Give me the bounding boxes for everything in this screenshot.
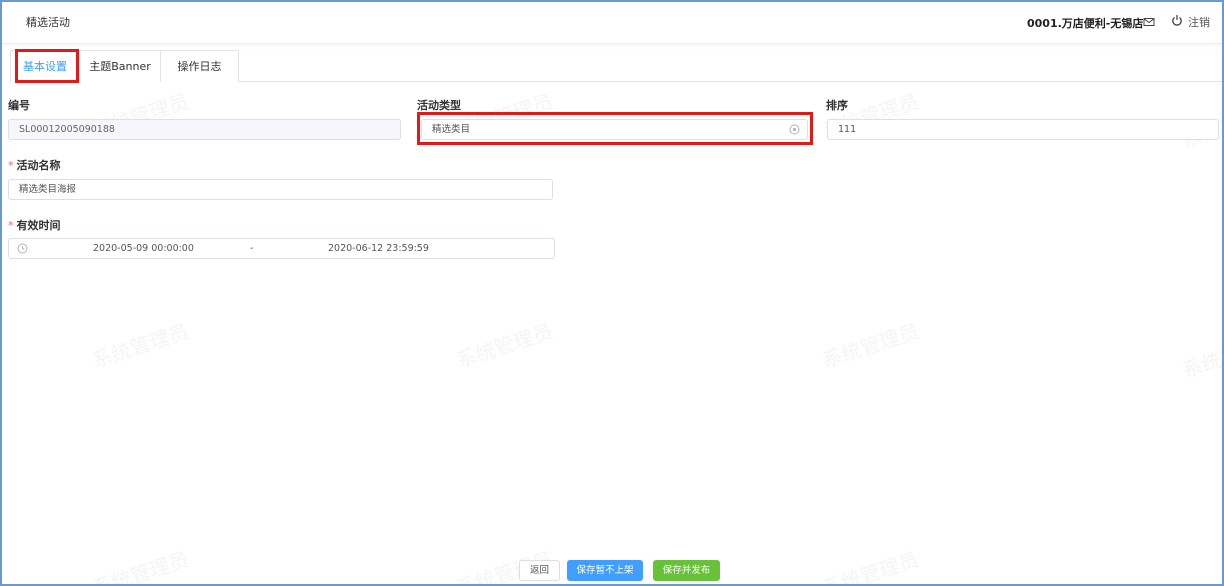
logout-link[interactable]: 注销 — [1188, 14, 1210, 30]
name-label-text: 活动名称 — [16, 159, 61, 172]
page-title: 精选活动 — [26, 16, 70, 29]
tab-theme-banner[interactable]: 主题Banner — [79, 50, 161, 82]
time-label: * 有效时间 — [8, 217, 61, 233]
sort-field[interactable]: 111 — [827, 119, 1219, 140]
code-label: 编号 — [8, 99, 30, 112]
date-end-input[interactable]: 2020-06-12 23:59:59 — [328, 239, 429, 258]
watermark: 系统管理员 — [88, 315, 192, 373]
required-mark: * — [8, 159, 14, 172]
name-field[interactable]: 精选类目海报 — [8, 179, 553, 200]
tab-bar: 基本设置 主题Banner 操作日志 — [10, 50, 1222, 83]
store-name[interactable]: 0001.万店便利-无锡店 — [1027, 15, 1143, 31]
type-label: 活动类型 — [417, 99, 461, 112]
name-label: * 活动名称 — [8, 157, 61, 173]
back-button[interactable]: 返回 — [519, 560, 560, 581]
watermark: 系统管理员 — [818, 315, 922, 373]
watermark: 系统管理员 — [1178, 325, 1222, 383]
watermark: 系统管理员 — [818, 543, 922, 584]
sort-label: 排序 — [826, 99, 848, 112]
save-draft-button[interactable]: 保存暂不上架 — [567, 560, 643, 581]
date-separator: - — [250, 243, 254, 254]
power-icon[interactable] — [1171, 14, 1183, 27]
highlight-box — [417, 112, 813, 145]
date-start-input[interactable]: 2020-05-09 00:00:00 — [93, 239, 194, 258]
app-window: 系统管理员 系统管理员 系统管理员 系统管理员 系统管理员 系统管理员 系统管理… — [0, 0, 1224, 586]
required-mark: * — [8, 219, 14, 232]
top-bar: 精选活动 0001.万店便利-无锡店 注销 — [2, 2, 1222, 44]
time-label-text: 有效时间 — [16, 219, 61, 232]
watermark: 系统管理员 — [452, 315, 556, 373]
date-range-picker[interactable]: 2020-05-09 00:00:00 - 2020-06-12 23:59:5… — [8, 238, 555, 259]
watermark: 系统管理员 — [88, 543, 192, 584]
code-field[interactable]: SL00012005090188 — [8, 119, 401, 140]
tab-operation-log[interactable]: 操作日志 — [160, 50, 239, 82]
clock-icon — [17, 243, 28, 254]
mail-icon[interactable] — [1143, 16, 1155, 28]
highlight-box — [15, 49, 79, 83]
save-publish-button[interactable]: 保存并发布 — [653, 560, 720, 581]
